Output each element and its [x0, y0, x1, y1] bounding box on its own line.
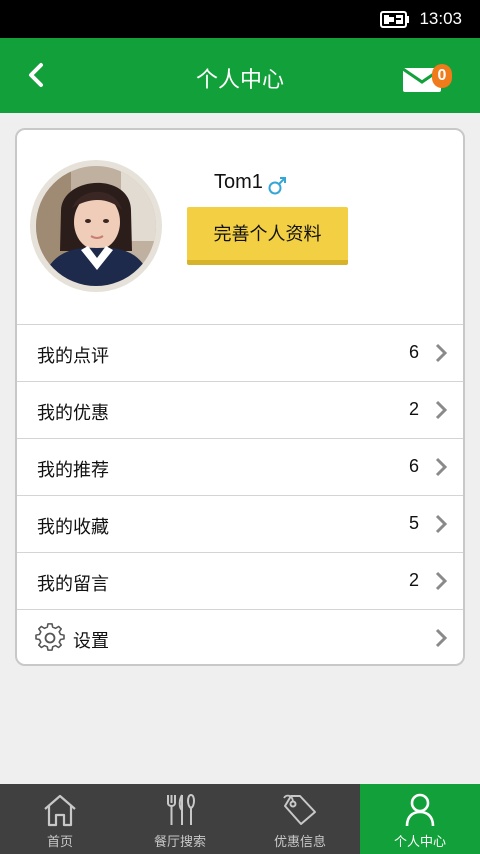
- menu-item-reviews[interactable]: 我的点评 6: [17, 325, 463, 382]
- profile-section: Tom1 完善个人资料: [17, 130, 463, 325]
- menu-item-messages[interactable]: 我的留言 2: [17, 553, 463, 610]
- menu-item-count: 2: [408, 570, 419, 590]
- menu-item-settings[interactable]: 设置: [17, 610, 463, 664]
- chevron-right-icon: [435, 628, 448, 648]
- tab-restaurant-search[interactable]: 餐厅搜索: [120, 784, 240, 854]
- menu-item-label: 我的推荐: [37, 460, 109, 481]
- chevron-right-icon: [435, 400, 448, 420]
- chevron-right-icon: [435, 457, 448, 477]
- menu-item-count: 6: [408, 456, 419, 476]
- tag-icon: [283, 794, 316, 825]
- tab-label: 首页: [46, 835, 73, 850]
- menu-item-count: 5: [408, 513, 419, 533]
- menu-item-label: 我的优惠: [37, 403, 109, 424]
- menu-item-recommendations[interactable]: 我的推荐 6: [17, 439, 463, 496]
- username: Tom1: [214, 171, 263, 193]
- male-icon: [268, 177, 286, 195]
- tab-home[interactable]: 首页: [0, 784, 120, 854]
- tab-label: 餐厅搜索: [153, 835, 206, 850]
- menu-item-label: 我的点评: [37, 346, 109, 367]
- menu-item-label: 我的留言: [37, 574, 109, 595]
- app-header: 个人中心 0: [0, 38, 480, 113]
- person-icon: [405, 793, 435, 827]
- menu-item-count: 6: [408, 342, 419, 362]
- tab-label: 个人中心: [393, 835, 446, 850]
- gear-icon: [35, 623, 65, 651]
- complete-profile-button[interactable]: 完善个人资料: [187, 207, 348, 265]
- battery-charging-icon: [380, 11, 409, 28]
- menu-item-count: 2: [408, 399, 419, 419]
- tab-deals[interactable]: 优惠信息: [240, 784, 360, 854]
- menu-item-label: 我的收藏: [37, 517, 109, 538]
- avatar[interactable]: [30, 160, 162, 292]
- tab-profile[interactable]: 个人中心: [360, 784, 480, 854]
- chevron-right-icon: [435, 343, 448, 363]
- chevron-right-icon: [435, 571, 448, 591]
- home-icon: [44, 794, 76, 827]
- fork-knife-icon: [167, 793, 195, 825]
- menu-item-label: 设置: [73, 631, 109, 652]
- avatar-photo: [36, 166, 156, 286]
- chevron-right-icon: [435, 514, 448, 534]
- menu-item-favorites[interactable]: 我的收藏 5: [17, 496, 463, 553]
- tab-label: 优惠信息: [273, 835, 326, 850]
- menu-item-coupons[interactable]: 我的优惠 2: [17, 382, 463, 439]
- status-time: 13:03: [419, 9, 462, 28]
- profile-card: Tom1 完善个人资料 我的点评 6 我的优惠 2 我的推荐 6 我的收藏 5: [15, 128, 465, 666]
- menu-list: 我的点评 6 我的优惠 2 我的推荐 6 我的收藏 5 我的留言 2 设置: [17, 325, 463, 664]
- bottom-tab-bar: 首页 餐厅搜索 优惠信息 个人中心: [0, 784, 480, 854]
- mail-count-badge: 0: [432, 64, 452, 88]
- status-bar: 13:03: [0, 0, 480, 38]
